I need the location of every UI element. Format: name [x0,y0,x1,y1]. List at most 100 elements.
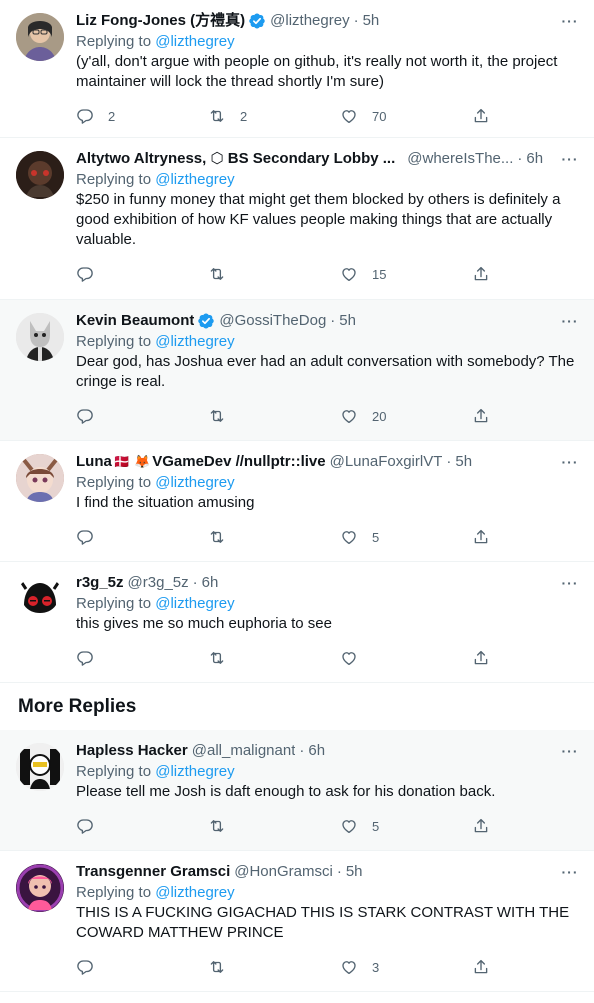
share-button[interactable] [472,407,490,425]
replying-to: Replying to @lizthegrey [76,762,578,782]
author-handle[interactable]: @all_malignant [192,741,296,761]
retweet-count: 2 [240,108,248,124]
more-button[interactable]: ··· [560,312,580,330]
tweet-text: Dear god, has Joshua ever had an adult c… [76,353,575,390]
timestamp[interactable]: 5h [346,862,363,882]
author-name[interactable]: Kevin Beaumont [76,311,194,331]
separator-dot: · [330,312,336,329]
author-handle[interactable]: @GossiTheDog [219,311,326,331]
timestamp[interactable]: 6h [526,149,543,169]
retweet-icon [208,528,226,546]
mention-link[interactable]: @lizthegrey [155,595,234,612]
share-button[interactable] [472,528,490,546]
timestamp[interactable]: 5h [339,311,356,331]
mention-link[interactable]: @lizthegrey [155,884,234,901]
tweet-text: Please tell me Josh is daft enough to as… [76,783,496,800]
author-handle[interactable]: @r3g_5z [128,573,189,593]
separator-dot: · [336,863,342,880]
more-button[interactable]: ··· [560,863,580,881]
reply-tweet[interactable]: Transgenner Gramsci @HonGramsci · 5h Rep… [0,851,594,992]
reply-button[interactable] [76,265,208,283]
like-button[interactable]: 15 [340,265,472,283]
reply-button[interactable] [76,649,208,667]
reply-tweet[interactable]: Altytwo Altryness, ⬡ BS Secondary Lobby … [0,138,594,300]
like-button[interactable]: 3 [340,958,472,976]
timestamp[interactable]: 5h [455,452,472,472]
author-handle[interactable]: @whereIsThe... [407,149,513,169]
author-handle[interactable]: @lizthegrey [270,11,349,31]
timestamp[interactable]: 6h [202,573,219,593]
reply-button[interactable] [76,817,208,835]
avatar[interactable] [16,13,64,61]
like-button[interactable] [340,649,472,667]
share-button[interactable] [472,649,490,667]
more-button[interactable]: ··· [560,12,580,30]
reply-button[interactable]: 2 [76,107,208,125]
reply-count: 2 [108,108,116,124]
replying-label: Replying to [76,595,152,612]
reply-button[interactable] [76,958,208,976]
more-button[interactable]: ··· [560,574,580,592]
more-dots-icon: ··· [561,13,579,29]
author-name[interactable]: Hapless Hacker [76,741,188,761]
action-bar: 15 [76,256,501,292]
author-name-suffix[interactable]: VGameDev //nullptr::live [152,452,325,472]
author-handle[interactable]: @LunaFoxgirlVT [330,452,443,472]
like-button[interactable]: 5 [340,528,472,546]
reply-tweet[interactable]: Liz Fong-Jones (方禮真) @lizthegrey · 5h Re… [0,0,594,138]
avatar[interactable] [16,313,64,361]
reply-icon [76,817,94,835]
avatar[interactable] [16,575,64,623]
like-button[interactable]: 5 [340,817,472,835]
like-icon [340,407,358,425]
action-bar: 5 [76,808,501,844]
share-icon [472,265,490,283]
more-dots-icon: ··· [561,575,579,591]
share-button[interactable] [472,958,490,976]
mention-link[interactable]: @lizthegrey [155,763,234,780]
author-name[interactable]: Transgenner Gramsci [76,862,230,882]
like-icon [340,265,358,283]
timestamp[interactable]: 6h [308,741,325,761]
retweet-button[interactable] [208,265,340,283]
mention-link[interactable]: @lizthegrey [155,474,234,491]
retweet-button[interactable] [208,958,340,976]
reply-tweet[interactable]: Hapless Hacker @all_malignant · 6h Reply… [0,730,594,851]
author-handle[interactable]: @HonGramsci [234,862,333,882]
author-name[interactable]: Liz Fong-Jones (方禮真) [76,11,245,31]
share-button[interactable] [472,265,490,283]
more-button[interactable]: ··· [560,453,580,471]
author-name[interactable]: Altytwo Altryness, ⬡ BS Secondary Lobby … [76,149,395,169]
timestamp[interactable]: 5h [363,11,380,31]
avatar[interactable] [16,151,64,199]
more-dots-icon: ··· [561,313,579,329]
retweet-button[interactable]: 2 [208,107,340,125]
retweet-button[interactable] [208,817,340,835]
reply-tweet[interactable]: r3g_5z @r3g_5z · 6h Replying to @liztheg… [0,562,594,683]
like-count: 5 [372,529,380,545]
retweet-button[interactable] [208,528,340,546]
mention-link[interactable]: @lizthegrey [155,333,234,350]
avatar[interactable] [16,743,64,791]
mention-link[interactable]: @lizthegrey [155,33,234,50]
like-button[interactable]: 70 [340,107,472,125]
tweet-text: THIS IS A FUCKING GIGACHAD THIS IS STARK… [76,904,570,941]
share-button[interactable] [472,817,490,835]
avatar[interactable] [16,454,64,502]
reply-button[interactable] [76,528,208,546]
author-name[interactable]: r3g_5z [76,573,124,593]
replying-to: Replying to @lizthegrey [76,594,578,614]
share-button[interactable] [472,107,490,125]
like-button[interactable]: 20 [340,407,472,425]
more-button[interactable]: ··· [560,150,580,168]
more-button[interactable]: ··· [560,742,580,760]
avatar[interactable] [16,864,64,912]
author-name[interactable]: Luna [76,452,112,472]
mention-link[interactable]: @lizthegrey [155,171,234,188]
retweet-button[interactable] [208,407,340,425]
retweet-button[interactable] [208,649,340,667]
more-replies-heading: More Replies [18,696,137,717]
reply-tweet[interactable]: Luna 🇩🇰 🦊 VGameDev //nullptr::live @Luna… [0,441,594,562]
reply-button[interactable] [76,407,208,425]
reply-tweet[interactable]: Kevin Beaumont @GossiTheDog · 5h Replyin… [0,300,594,441]
